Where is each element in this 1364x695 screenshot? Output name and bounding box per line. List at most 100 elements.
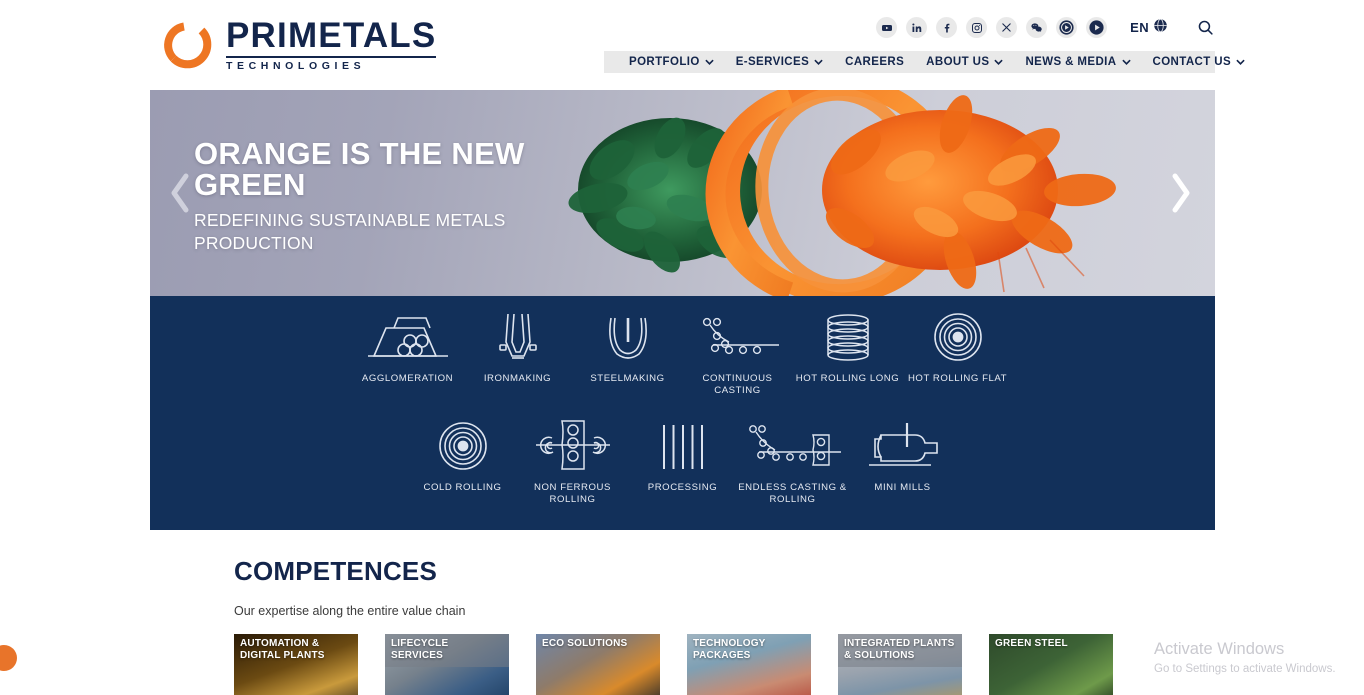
- value-chain-row-2: COLD ROLLING NON FERROUS ROLLING PROCESS…: [150, 397, 1215, 506]
- value-chain-item-non-ferrous-rolling[interactable]: NON FERROUS ROLLING: [518, 419, 628, 506]
- competence-card-green-steel[interactable]: GREEN STEEL: [989, 634, 1113, 695]
- competence-card-automation-digital-plants[interactable]: AUTOMATION & DIGITAL PLANTS: [234, 634, 358, 695]
- windows-activation-watermark: Activate Windows Go to Settings to activ…: [1154, 638, 1354, 677]
- value-chain-label: NON FERROUS ROLLING: [534, 481, 611, 505]
- non-ferrous-rolling-icon: [535, 419, 610, 471]
- card-title: AUTOMATION & DIGITAL PLANTS: [240, 638, 325, 661]
- competences-section: COMPETENCES Our expertise along the enti…: [234, 556, 1134, 695]
- chevron-down-icon: [994, 56, 1004, 68]
- competence-card-technology-packages[interactable]: TECHNOLOGY PACKAGES: [687, 634, 811, 695]
- nav-item-e-services[interactable]: E-SERVICES: [725, 56, 834, 68]
- ironmaking-icon: [490, 310, 546, 362]
- competence-card-integrated-plants-solutions[interactable]: INTEGRATED PLANTS & SOLUTIONS: [838, 634, 962, 695]
- main-navigation: PORTFOLIO E-SERVICES CAREERS ABOUT US NE…: [604, 51, 1245, 73]
- competence-card-lifecycle-services[interactable]: LIFECYCLE SERVICES: [385, 634, 509, 695]
- value-chain-item-agglomeration[interactable]: AGGLOMERATION: [353, 310, 463, 397]
- value-chain-label: PROCESSING: [647, 481, 718, 493]
- nav-item-news-media[interactable]: NEWS & MEDIA: [1014, 56, 1141, 68]
- value-chain-item-steelmaking[interactable]: STEELMAKING: [573, 310, 683, 397]
- hero-slider: ORANGE IS THE NEW GREEN REDEFINING SUSTA…: [150, 90, 1215, 296]
- competence-cards: AUTOMATION & DIGITAL PLANTS LIFECYCLE SE…: [234, 634, 1134, 695]
- hot-rolling-flat-icon: [933, 310, 983, 362]
- value-chain-item-hot-rolling-flat[interactable]: HOT ROLLING FLAT: [903, 310, 1013, 397]
- value-chain-label: STEELMAKING: [590, 373, 665, 384]
- value-chain-label: ENDLESS CASTING & ROLLING: [738, 481, 847, 505]
- value-chain-item-mini-mills[interactable]: MINI MILLS: [848, 419, 958, 506]
- value-chain-label: HOT ROLLING LONG: [795, 373, 900, 384]
- primetals-logo-mark: [160, 18, 214, 72]
- value-chain-item-continuous-casting[interactable]: CONTINUOUS CASTING: [683, 310, 793, 397]
- continuous-casting-icon: [695, 310, 781, 362]
- value-chain-label: COLD ROLLING: [423, 481, 502, 493]
- search-button[interactable]: [1197, 19, 1214, 36]
- value-chain-label: MINI MILLS: [874, 481, 931, 493]
- nav-item-portfolio[interactable]: PORTFOLIO: [618, 56, 725, 68]
- value-chain-item-endless-casting-rolling[interactable]: ENDLESS CASTING & ROLLING: [738, 419, 848, 506]
- value-chain-item-hot-rolling-long[interactable]: HOT ROLLING LONG: [793, 310, 903, 397]
- logo-wordmark: PRIMETALS TECHNOLOGIES: [226, 16, 437, 72]
- slider-next-button[interactable]: [1161, 167, 1201, 219]
- youtube-icon[interactable]: [876, 17, 898, 38]
- mini-mills-icon: [867, 419, 939, 471]
- logo-subtitle: TECHNOLOGIES: [226, 60, 366, 72]
- value-chain-item-processing[interactable]: PROCESSING: [628, 419, 738, 506]
- processing-icon: [659, 419, 707, 471]
- value-chain-item-ironmaking[interactable]: IRONMAKING: [463, 310, 573, 397]
- card-title: GREEN STEEL: [995, 638, 1068, 649]
- value-chain-label: HOT ROLLING FLAT: [907, 373, 1008, 384]
- language-label: EN: [1130, 20, 1149, 35]
- nav-item-about-us[interactable]: ABOUT US: [915, 56, 1014, 68]
- competence-card-eco-solutions[interactable]: ECO SOLUTIONS: [536, 634, 660, 695]
- hot-rolling-long-icon: [822, 310, 874, 362]
- bilibili-icon[interactable]: [1086, 17, 1108, 38]
- nav-label: PORTFOLIO: [629, 56, 700, 68]
- card-title: TECHNOLOGY PACKAGES: [693, 638, 766, 661]
- orange-foliage: [822, 95, 1116, 293]
- hero-title: ORANGE IS THE NEW GREEN: [194, 138, 614, 200]
- logo-name: PRIMETALS: [226, 16, 437, 55]
- competences-heading: COMPETENCES: [234, 556, 438, 586]
- value-chain-label: IRONMAKING: [483, 373, 552, 384]
- value-chain-label: CONTINUOUS CASTING: [702, 373, 773, 396]
- hero-subtitle: REDEFINING SUSTAINABLE METALS PRODUCTION: [194, 210, 506, 253]
- site-header: PRIMETALS TECHNOLOGIES EN PORTFOLIO E-SE…: [0, 0, 1364, 88]
- social-links: EN: [876, 17, 1214, 38]
- language-selector[interactable]: EN: [1130, 18, 1168, 38]
- site-logo[interactable]: PRIMETALS TECHNOLOGIES: [160, 16, 437, 72]
- nav-item-contact-us[interactable]: CONTACT US: [1142, 56, 1257, 68]
- hero-caption: ORANGE IS THE NEW GREEN REDEFINING SUSTA…: [194, 138, 614, 255]
- card-title: INTEGRATED PLANTS & SOLUTIONS: [838, 634, 962, 667]
- nav-label: CAREERS: [845, 56, 905, 68]
- youku-icon[interactable]: [1056, 17, 1078, 38]
- nav-item-careers[interactable]: CAREERS: [834, 56, 915, 68]
- card-title: ECO SOLUTIONS: [542, 638, 628, 649]
- cold-rolling-icon: [438, 419, 488, 471]
- x-twitter-icon[interactable]: [996, 17, 1018, 38]
- value-chain-section: AGGLOMERATION IRONMAKING STEELMAKING CON…: [150, 296, 1215, 530]
- watermark-title: Activate Windows: [1154, 639, 1285, 658]
- chevron-down-icon: [814, 56, 823, 68]
- watermark-subtitle: Go to Settings to activate Windows.: [1154, 662, 1336, 675]
- chevron-down-icon: [1121, 56, 1131, 68]
- globe-icon: [1153, 18, 1168, 38]
- chat-widget-button[interactable]: [0, 645, 17, 671]
- chevron-down-icon: [1236, 56, 1245, 68]
- steelmaking-icon: [601, 310, 655, 362]
- hero-title-line2: GREEN: [194, 167, 306, 202]
- card-title: LIFECYCLE SERVICES: [385, 634, 509, 667]
- nav-label: E-SERVICES: [735, 56, 810, 68]
- linkedin-icon[interactable]: [906, 17, 928, 38]
- agglomeration-icon: [367, 310, 448, 362]
- value-chain-label: AGGLOMERATION: [361, 373, 454, 384]
- instagram-icon[interactable]: [966, 17, 988, 38]
- logo-divider: [226, 56, 437, 58]
- wechat-icon[interactable]: [1026, 17, 1048, 38]
- competences-subheading: Our expertise along the entire value cha…: [234, 604, 466, 618]
- hero-title-line1: ORANGE IS THE NEW: [194, 136, 525, 171]
- nav-label: CONTACT US: [1152, 56, 1232, 68]
- value-chain-row-1: AGGLOMERATION IRONMAKING STEELMAKING CON…: [150, 296, 1215, 397]
- facebook-icon[interactable]: [936, 17, 958, 38]
- nav-label: NEWS & MEDIA: [1025, 56, 1117, 68]
- nav-label: ABOUT US: [926, 56, 990, 68]
- value-chain-item-cold-rolling[interactable]: COLD ROLLING: [408, 419, 518, 506]
